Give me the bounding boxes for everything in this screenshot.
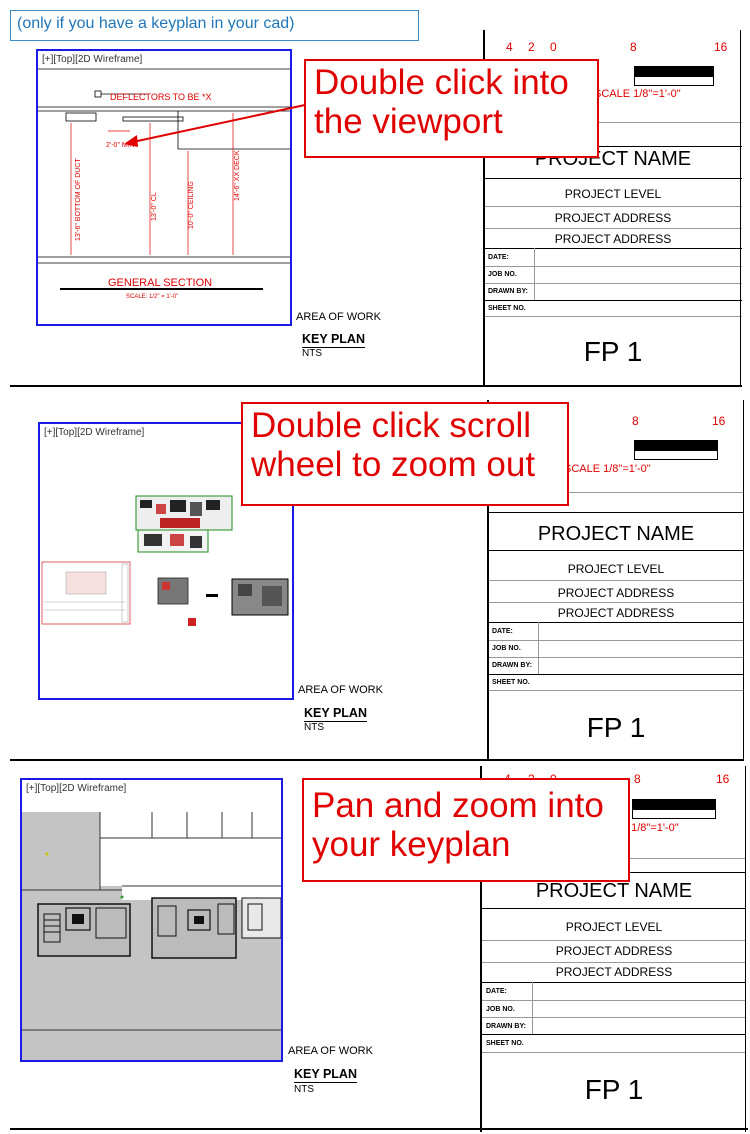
project-level: PROJECT LEVEL <box>567 562 665 576</box>
svg-text:14'-6" XX DECK: 14'-6" XX DECK <box>234 150 241 201</box>
step-panel-2: 8 16 SCALE 1/8"=1'-0" PROJECT NAME PROJE… <box>0 390 750 762</box>
scale-bar-outline <box>634 450 718 460</box>
project-address-1: PROJECT ADDRESS <box>554 211 672 225</box>
drawn-label: DRAWN BY: <box>492 662 532 669</box>
area-of-work-label: AREA OF WORK <box>298 684 383 696</box>
tick-2: 2 <box>528 40 535 54</box>
svg-text:10'-0" CEILING: 10'-0" CEILING <box>188 181 195 229</box>
tick-16: 16 <box>712 414 726 428</box>
project-address-1: PROJECT ADDRESS <box>557 586 675 600</box>
deflector-note: DEFLECTORS TO BE *X <box>110 92 212 102</box>
tick-8: 8 <box>630 40 637 54</box>
step-panel-1: (only if you have a keyplan in your cad)… <box>0 0 750 390</box>
tick-16: 16 <box>714 40 728 54</box>
key-plan-scale: NTS <box>304 722 324 733</box>
sheet-label: SHEET NO. <box>486 1040 524 1047</box>
instruction-callout-1: Double click into the viewport <box>304 59 599 158</box>
instruction-callout-3: Pan and zoom into your keyplan <box>302 778 630 882</box>
job-label: JOB NO. <box>486 1006 515 1013</box>
project-name: PROJECT NAME <box>535 880 693 902</box>
instruction-callout-2: Double click scroll wheel to zoom out <box>241 402 569 506</box>
svg-text:2'-0" MIN: 2'-0" MIN <box>106 142 135 149</box>
paper-viewport[interactable]: [+][Top][2D Wireframe] <box>36 49 292 326</box>
date-label: DATE: <box>486 988 507 995</box>
tick-8: 8 <box>634 772 641 786</box>
svg-text:13'-0" CL: 13'-0" CL <box>151 192 158 221</box>
scale-bar-outline <box>632 809 716 819</box>
paper-viewport[interactable]: [+][Top][2D Wireframe] <box>20 778 283 1062</box>
svg-text:SCALE: 1/2" = 1'-0": SCALE: 1/2" = 1'-0" <box>126 294 178 300</box>
date-label: DATE: <box>492 628 513 635</box>
job-label: JOB NO. <box>488 271 517 278</box>
sheet-number: FP 1 <box>586 712 646 743</box>
keyplan-floor-plan <box>22 812 281 1060</box>
key-plan-title: KEY PLAN <box>302 332 365 348</box>
area-of-work-label: AREA OF WORK <box>288 1045 373 1057</box>
scale-bar-outline <box>634 76 714 86</box>
project-level: PROJECT LEVEL <box>565 920 663 934</box>
sheet-number: FP 1 <box>584 1074 644 1105</box>
project-level: PROJECT LEVEL <box>564 187 662 201</box>
project-address-2: PROJECT ADDRESS <box>557 606 675 620</box>
scale-bar <box>634 66 714 76</box>
project-address-1: PROJECT ADDRESS <box>555 944 673 958</box>
tick-4: 4 <box>506 40 513 54</box>
key-plan-title: KEY PLAN <box>304 706 367 722</box>
tick-8: 8 <box>632 414 639 428</box>
scale-label: SCALE 1/8"=1'-0" <box>594 88 681 100</box>
project-address-2: PROJECT ADDRESS <box>555 965 673 979</box>
scale-bar <box>634 440 718 450</box>
scale-label: SCALE 1/8"=1'-0" <box>564 463 651 475</box>
drawn-label: DRAWN BY: <box>486 1023 526 1030</box>
project-name: PROJECT NAME <box>537 523 695 545</box>
sheet-number: FP 1 <box>583 336 643 367</box>
key-plan-scale: NTS <box>294 1084 314 1095</box>
tick-16: 16 <box>716 772 730 786</box>
sheet-label: SHEET NO. <box>488 305 526 312</box>
step-panel-3: 4 2 0 8 16 SCALE 1/8"=1'-0" PROJECT NAME… <box>0 762 750 1134</box>
scale-bar <box>632 799 716 809</box>
svg-text:13'-6" BOTTOM OF DUCT: 13'-6" BOTTOM OF DUCT <box>75 158 82 241</box>
key-plan-scale: NTS <box>302 348 322 359</box>
sheet-label: SHEET NO. <box>492 679 530 686</box>
keyplan-note: (only if you have a keyplan in your cad) <box>10 10 419 41</box>
drawn-label: DRAWN BY: <box>488 288 528 295</box>
section-title: GENERAL SECTION <box>108 277 212 289</box>
general-section-drawing: DEFLECTORS TO BE *X 2'-0" MIN 13'-6" BOT… <box>38 68 290 300</box>
project-address-2: PROJECT ADDRESS <box>554 232 672 246</box>
date-label: DATE: <box>488 254 509 261</box>
job-label: JOB NO. <box>492 645 521 652</box>
tick-0: 0 <box>550 40 557 54</box>
key-plan-title: KEY PLAN <box>294 1067 357 1083</box>
area-of-work-label: AREA OF WORK <box>296 311 381 323</box>
